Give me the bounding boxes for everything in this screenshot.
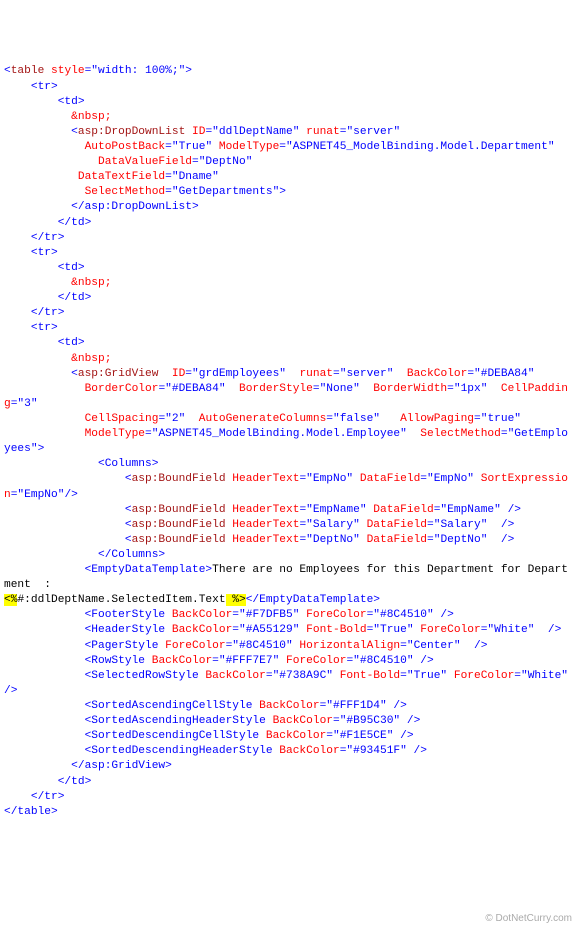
code-block: <table style="width: 100%;"> <tr> <td> &…: [4, 64, 572, 819]
footer-attribution: © DotNetCurry.com: [485, 912, 572, 926]
